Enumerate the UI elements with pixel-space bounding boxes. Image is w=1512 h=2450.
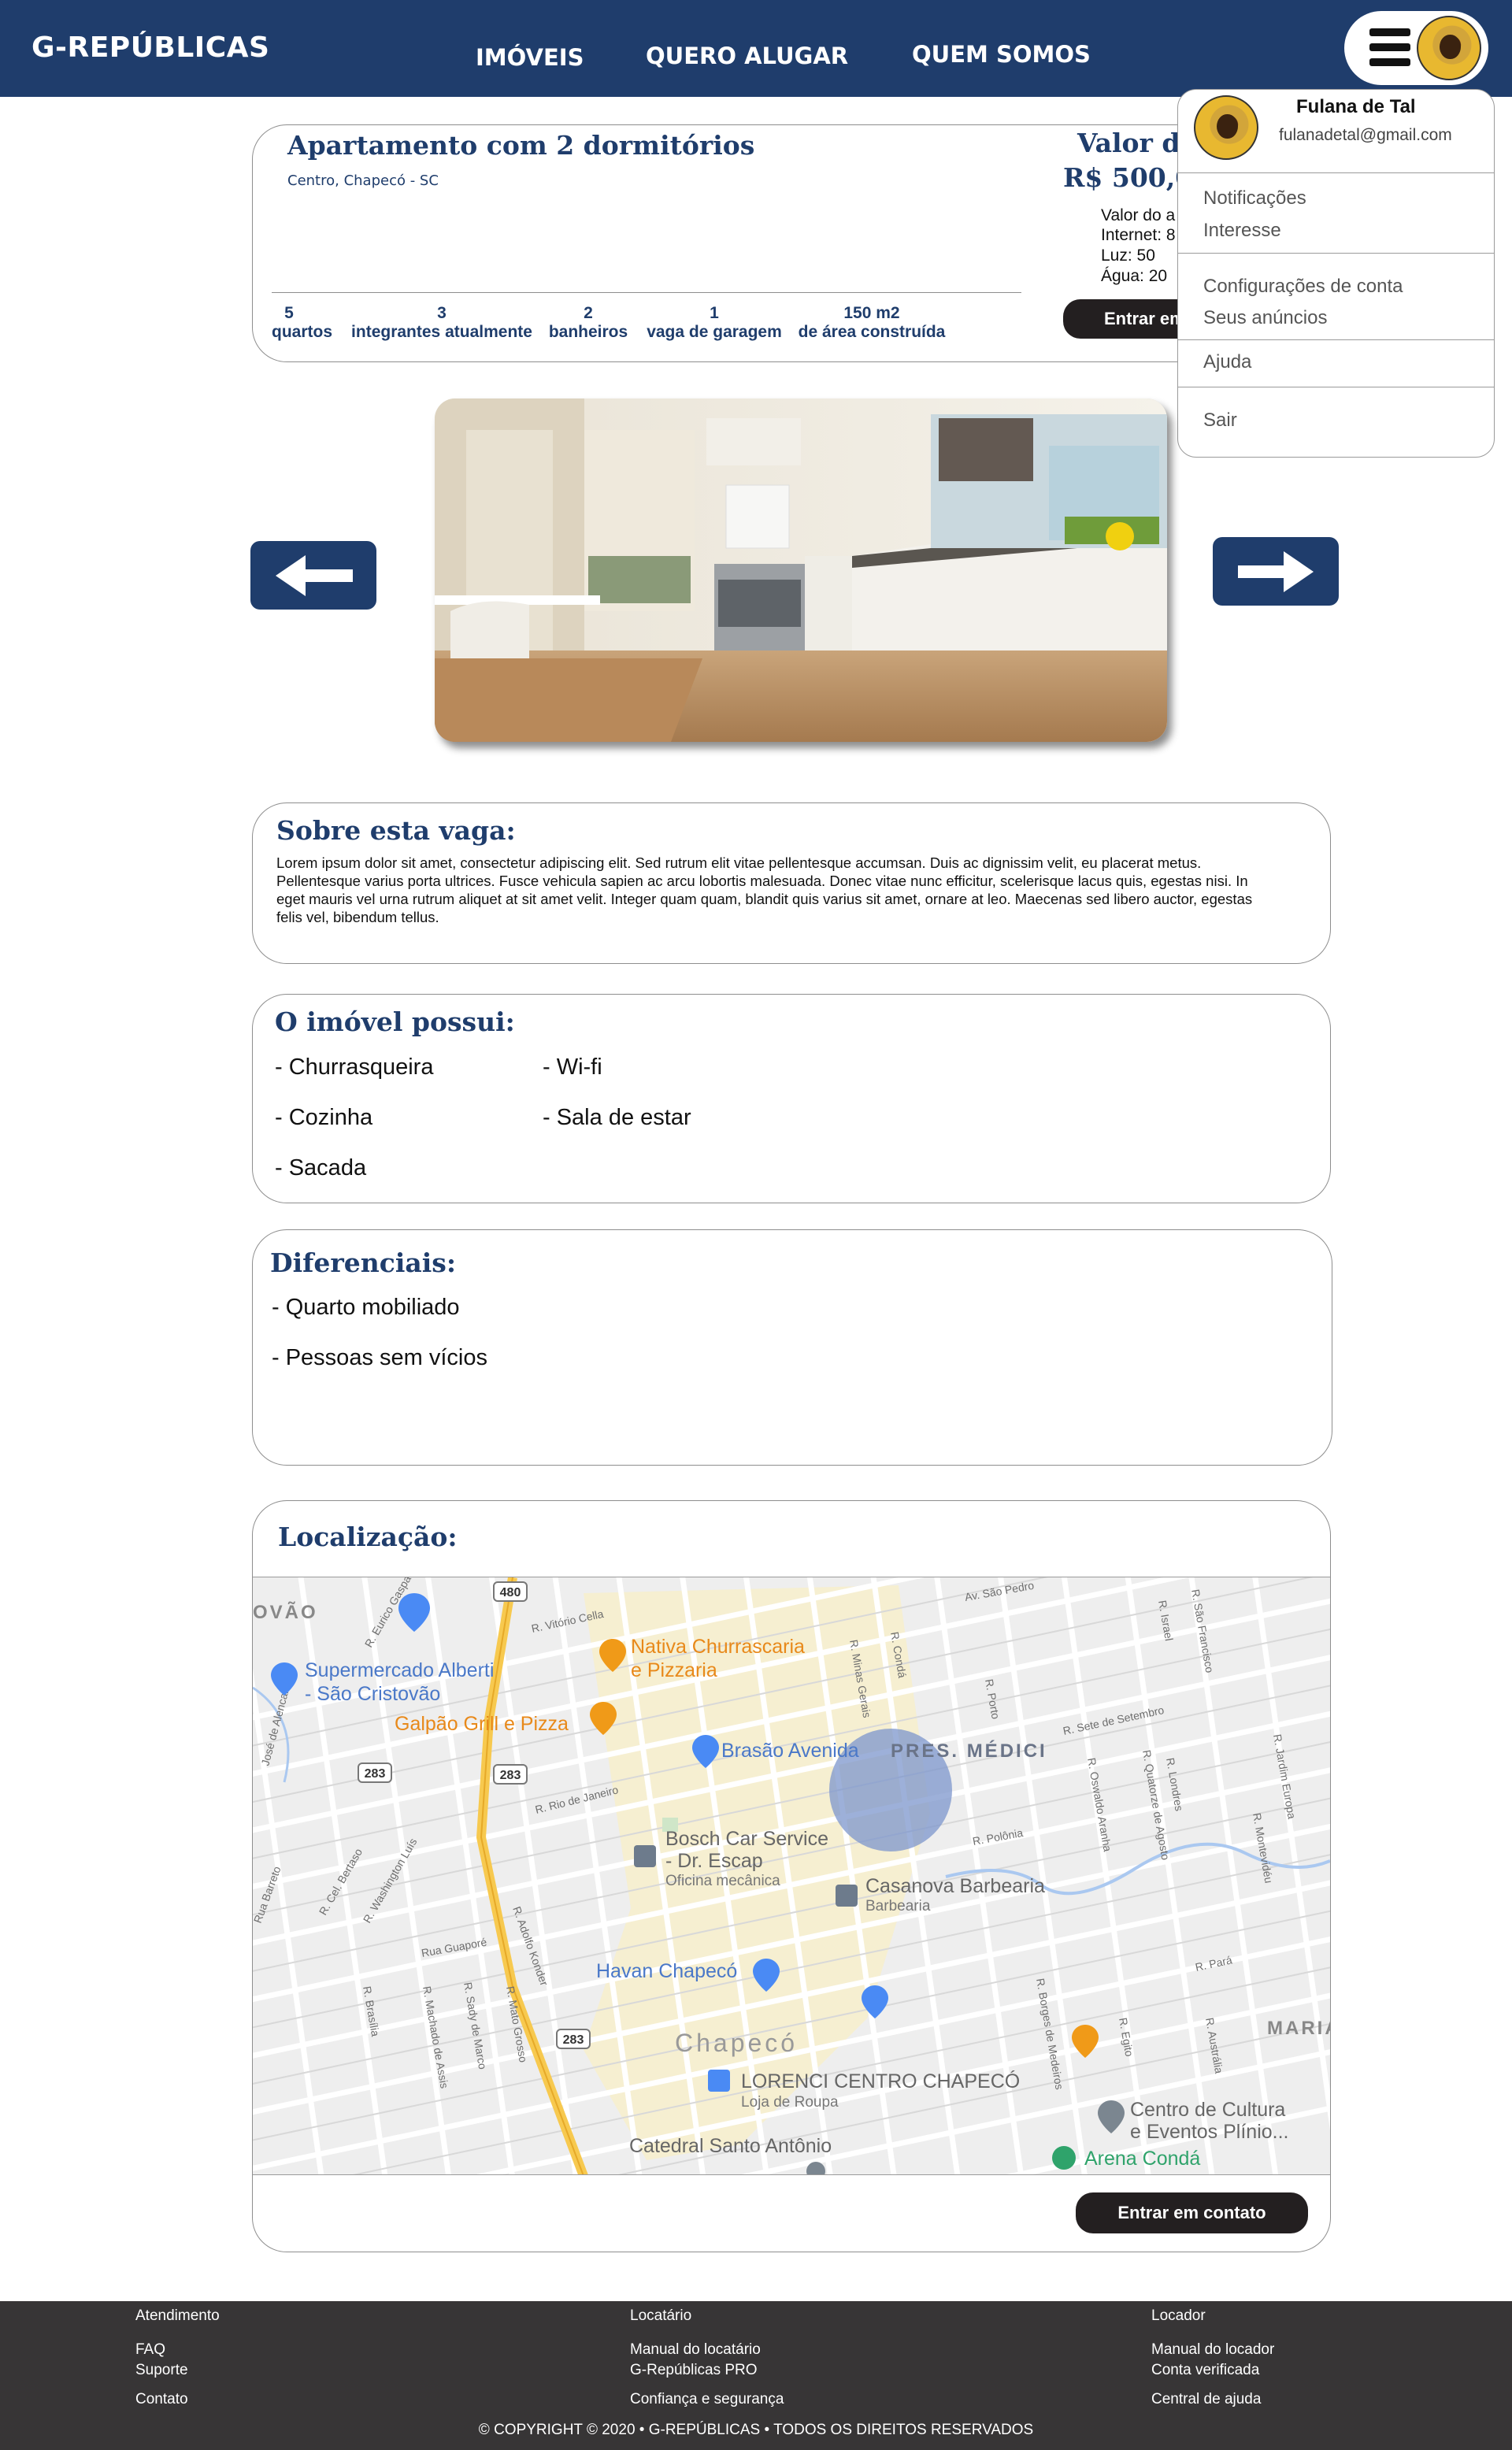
footer-link-confianca[interactable]: Confiança e segurança	[630, 2391, 784, 2408]
features-title: O imóvel possui:	[275, 1006, 515, 1037]
svg-text:Arena Condá: Arena Condá	[1084, 2148, 1200, 2170]
svg-text:Catedral Santo Antônio: Catedral Santo Antônio	[629, 2135, 832, 2157]
arrow-left-icon	[276, 555, 353, 596]
carousel-prev-button[interactable]	[250, 541, 376, 610]
svg-text:283: 283	[563, 2033, 584, 2047]
divider	[1178, 172, 1494, 173]
kitchen-photo	[435, 398, 1167, 742]
svg-text:- São Cristovão: - São Cristovão	[305, 1683, 440, 1705]
price-detail-internet: Internet: 8	[1101, 226, 1176, 244]
footer-col2-title: Locatário	[630, 2307, 692, 2324]
stat-banheiros: 2 banheiros	[548, 304, 628, 341]
price-value: R$ 500,0	[1063, 162, 1194, 193]
feature-churrasqueira: - Churrasqueira	[275, 1055, 434, 1080]
arrow-right-icon	[1238, 551, 1314, 592]
user-avatar	[1417, 16, 1481, 80]
footer-link-faq[interactable]: FAQ	[135, 2341, 165, 2359]
svg-text:Brasão Avenida: Brasão Avenida	[721, 1740, 859, 1762]
listing-title: Apartamento com 2 dormitórios	[287, 130, 755, 161]
svg-text:Loja de Roupa: Loja de Roupa	[741, 2094, 839, 2111]
top-header: G-REPÚBLICAS IMÓVEIS QUERO ALUGAR QUEM S…	[0, 0, 1512, 97]
stat-area: 150 m2 de área construída	[798, 304, 946, 341]
footer-link-central-ajuda[interactable]: Central de ajuda	[1151, 2391, 1261, 2408]
menu-notificacoes[interactable]: Notificações	[1203, 187, 1306, 209]
footer-link-manual-locador[interactable]: Manual do locador	[1151, 2341, 1274, 2359]
footer-copyright: © COPYRIGHT © 2020 • G-REPÚBLICAS • TODO…	[478, 2422, 1034, 2438]
listing-photo	[435, 398, 1167, 742]
contact-button-bottom[interactable]: Entrar em contato	[1076, 2192, 1308, 2233]
nav-quem-somos[interactable]: QUEM SOMOS	[912, 41, 1091, 68]
dropdown-avatar	[1194, 95, 1258, 160]
svg-text:Galpão Grill e Pizza: Galpão Grill e Pizza	[395, 1713, 569, 1735]
svg-text:Casanova Barbearia: Casanova Barbearia	[865, 1875, 1045, 1897]
svg-text:Supermercado Alberti: Supermercado Alberti	[305, 1659, 494, 1681]
footer-link-contato[interactable]: Contato	[135, 2391, 188, 2408]
site-footer: Atendimento FAQ Suporte Contato Locatári…	[0, 2301, 1512, 2450]
svg-text:e Pizzaria: e Pizzaria	[631, 1659, 717, 1681]
menu-sair[interactable]: Sair	[1203, 410, 1237, 432]
price-detail-agua: Água: 20	[1101, 267, 1168, 285]
divider	[1178, 253, 1494, 254]
stat-integrantes: 3 integrantes atualmente	[351, 304, 532, 341]
svg-text:Nativa Churrascaria: Nativa Churrascaria	[631, 1636, 805, 1658]
svg-text:Bosch Car Service: Bosch Car Service	[665, 1828, 828, 1850]
footer-link-pro[interactable]: G-Repúblicas PRO	[630, 2362, 758, 2379]
svg-text:MARIA: MARIA	[1267, 2018, 1330, 2039]
svg-text:Chapecó: Chapecó	[675, 2029, 798, 2057]
menu-configuracoes[interactable]: Configurações de conta	[1203, 276, 1403, 298]
map-canvas: 480 283 283 283 Av. São Pedro R. Vitório…	[253, 1577, 1330, 2174]
footer-col3-title: Locador	[1151, 2307, 1206, 2324]
price-detail-luz: Luz: 50	[1101, 246, 1155, 265]
menu-interesse[interactable]: Interesse	[1203, 220, 1281, 242]
svg-text:OVÃO: OVÃO	[253, 1601, 318, 1623]
differential-sem-vicios: - Pessoas sem vícios	[272, 1345, 487, 1370]
svg-text:PRES. MÉDICI: PRES. MÉDICI	[891, 1740, 1047, 1762]
footer-link-conta-verificada[interactable]: Conta verificada	[1151, 2362, 1259, 2379]
about-title: Sobre esta vaga:	[276, 815, 516, 846]
location-title: Localização:	[278, 1522, 458, 1552]
feature-sala-de-estar: - Sala de estar	[543, 1105, 691, 1130]
divider	[1178, 339, 1494, 340]
svg-text:LORENCI CENTRO CHAPECÓ: LORENCI CENTRO CHAPECÓ	[741, 2070, 1020, 2092]
stat-quartos: 5 quartos	[272, 304, 333, 341]
menu-seus-anuncios[interactable]: Seus anúncios	[1203, 307, 1327, 329]
svg-text:e Eventos Plínio...: e Eventos Plínio...	[1130, 2121, 1289, 2143]
features-card: O imóvel possui: - Churrasqueira - Wi-fi…	[252, 994, 1331, 1203]
svg-text:Oficina mecânica: Oficina mecânica	[665, 1873, 780, 1889]
dropdown-user-email: fulanadetal@gmail.com	[1279, 126, 1452, 144]
menu-ajuda[interactable]: Ajuda	[1203, 351, 1251, 373]
about-text: Lorem ipsum dolor sit amet, consectetur …	[276, 854, 1253, 925]
hamburger-icon	[1369, 28, 1410, 66]
footer-link-manual-locatario[interactable]: Manual do locatário	[630, 2341, 761, 2359]
feature-wifi: - Wi-fi	[543, 1055, 602, 1080]
differential-mobiliado: - Quarto mobiliado	[272, 1295, 460, 1320]
location-map[interactable]: 480 283 283 283 Av. São Pedro R. Vitório…	[253, 1577, 1330, 2175]
svg-text:480: 480	[500, 1586, 521, 1599]
nav-quero-alugar[interactable]: QUERO ALUGAR	[646, 43, 848, 69]
divider	[272, 292, 1021, 293]
nav-imoveis[interactable]: IMÓVEIS	[476, 44, 584, 71]
differentials-card: Diferenciais: - Quarto mobiliado - Pesso…	[252, 1229, 1332, 1466]
differentials-title: Diferenciais:	[270, 1247, 457, 1278]
feature-cozinha: - Cozinha	[275, 1105, 373, 1130]
profile-dropdown: Fulana de Tal fulanadetal@gmail.com Noti…	[1177, 89, 1495, 458]
footer-col1-title: Atendimento	[135, 2307, 220, 2324]
site-logo[interactable]: G-REPÚBLICAS	[32, 32, 269, 64]
svg-text:Centro de Cultura: Centro de Cultura	[1130, 2099, 1285, 2121]
svg-text:Barbearia: Barbearia	[865, 1898, 931, 1914]
dropdown-user-name: Fulana de Tal	[1296, 96, 1416, 117]
carousel-next-button[interactable]	[1213, 537, 1339, 606]
svg-text:- Dr. Escap: - Dr. Escap	[665, 1850, 763, 1872]
about-card: Sobre esta vaga: Lorem ipsum dolor sit a…	[252, 802, 1331, 964]
profile-menu-button[interactable]	[1344, 11, 1488, 85]
footer-link-suporte[interactable]: Suporte	[135, 2362, 188, 2379]
svg-text:Havan Chapecó: Havan Chapecó	[596, 1960, 737, 1982]
svg-text:283: 283	[365, 1767, 386, 1781]
location-card: Localização: 480 283 283 283 Av. São Ped…	[252, 1500, 1331, 2252]
stat-vaga: 1 vaga de garagem	[647, 304, 782, 341]
listing-location: Centro, Chapecó - SC	[287, 172, 439, 189]
feature-sacada: - Sacada	[275, 1155, 367, 1181]
price-detail-aluguel: Valor do a	[1101, 206, 1176, 224]
svg-text:283: 283	[500, 1769, 521, 1782]
